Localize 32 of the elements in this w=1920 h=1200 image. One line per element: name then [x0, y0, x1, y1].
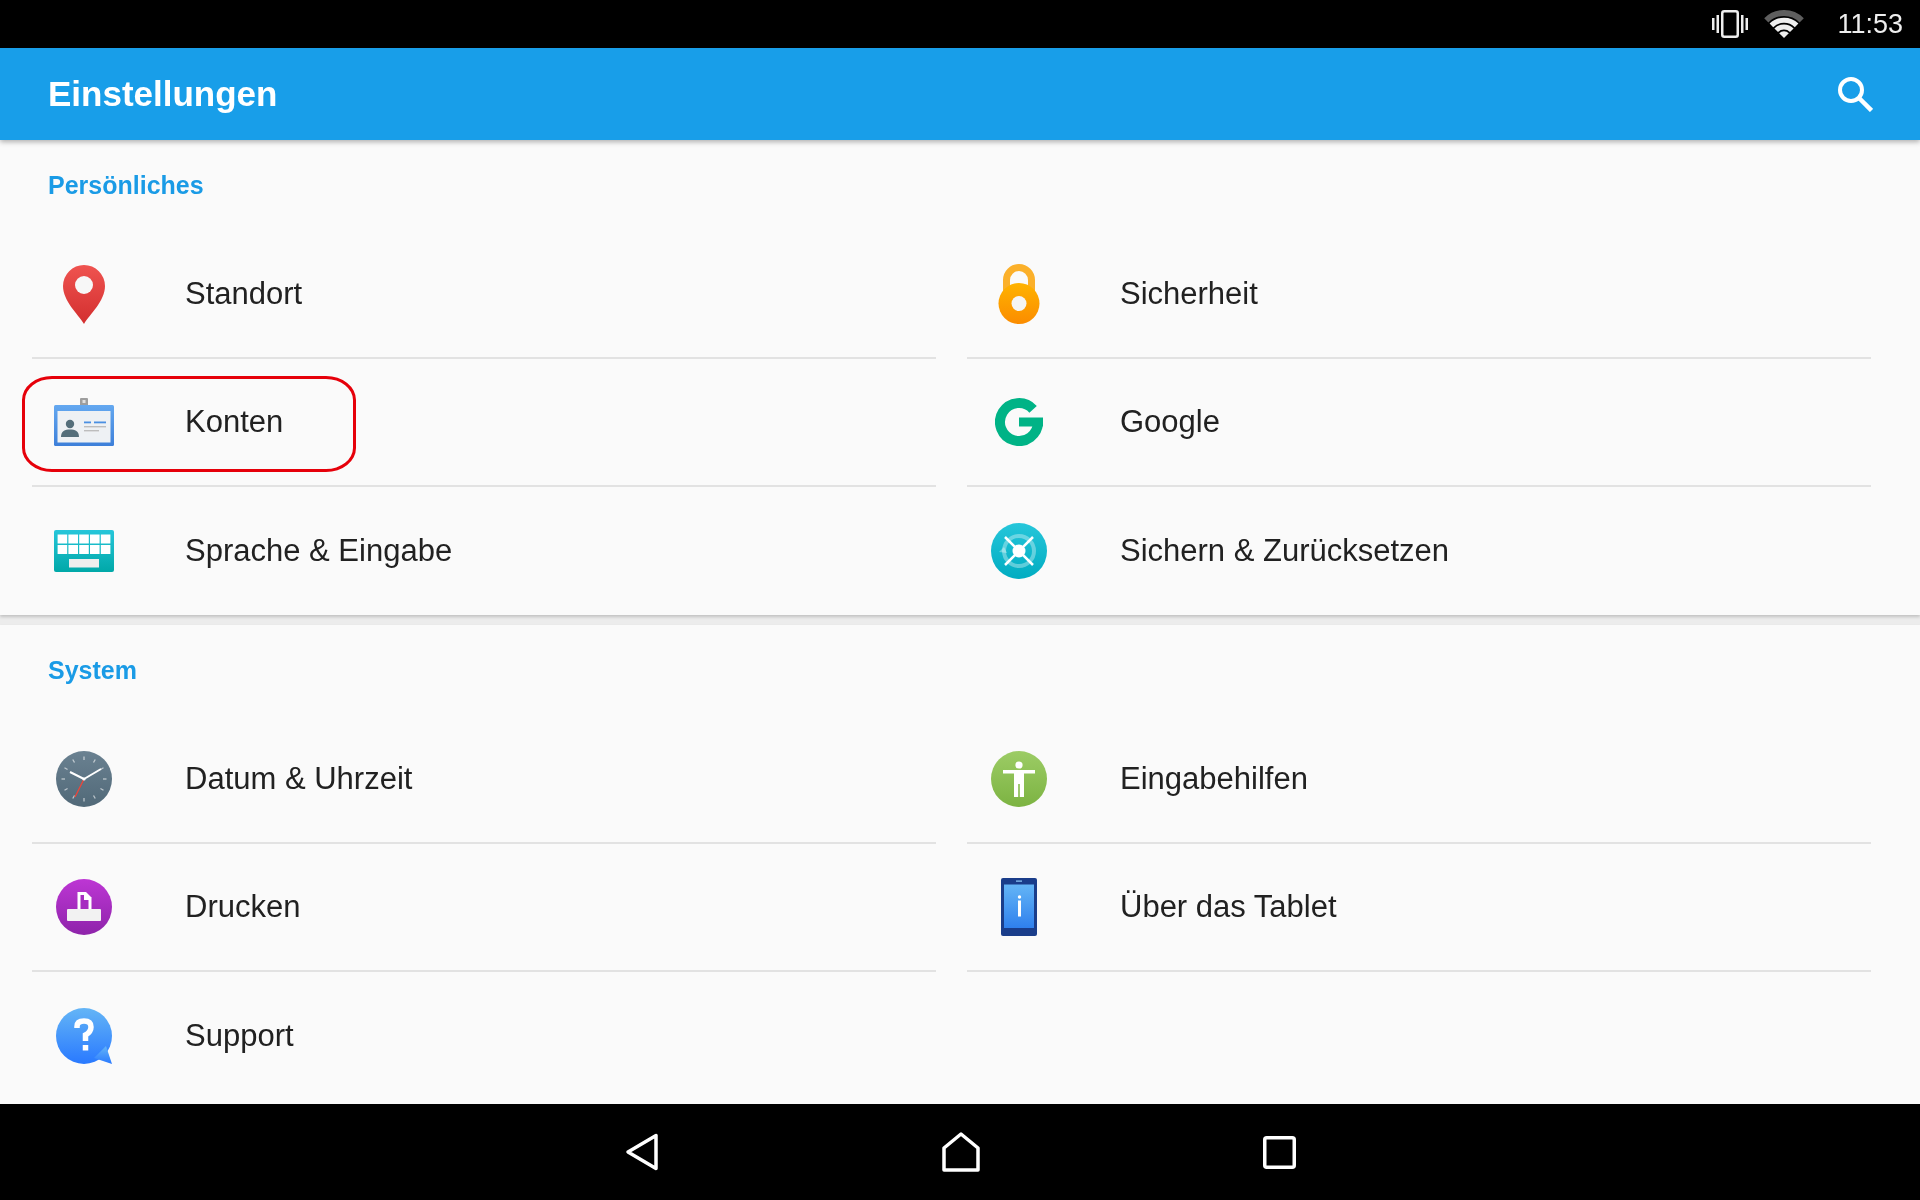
settings-item[interactable]: Über das Tablet — [967, 844, 1871, 972]
keyboard-icon — [54, 530, 114, 572]
settings-item[interactable]: Support — [32, 972, 936, 1100]
section-header: Persönliches — [48, 171, 204, 200]
settings-item[interactable]: Eingabehilfen — [967, 716, 1871, 844]
settings-item[interactable]: Drucken — [32, 844, 936, 972]
home-icon[interactable] — [941, 1132, 980, 1172]
id-card-icon — [54, 398, 114, 446]
settings-item[interactable]: Sicherheit — [967, 231, 1871, 359]
settings-item[interactable]: Standort — [32, 231, 936, 359]
location-pin-icon — [63, 264, 105, 324]
section-header: System — [48, 656, 137, 685]
app-title: Einstellungen — [48, 74, 278, 114]
padlock-icon — [998, 264, 1040, 324]
settings-item[interactable]: Datum & Uhrzeit — [32, 716, 936, 844]
square-icon[interactable] — [1262, 1135, 1296, 1169]
letter-g-icon — [995, 398, 1043, 446]
phone-vibration-icon — [1712, 10, 1749, 38]
settings-item[interactable]: Konten — [32, 359, 936, 487]
settings-item[interactable]: Sprache & Eingabe — [32, 487, 936, 615]
status-time: 11:53 — [1837, 8, 1903, 40]
back-triangle-icon[interactable] — [624, 1133, 659, 1171]
settings-item[interactable]: Google — [967, 359, 1871, 487]
search-icon[interactable] — [1837, 76, 1873, 112]
wifi-icon — [1764, 10, 1805, 38]
printer-icon — [56, 879, 112, 935]
crossed-circle-icon — [991, 523, 1047, 579]
settings-item[interactable]: Sichern & Zurücksetzen — [967, 487, 1871, 615]
person-figure-icon — [991, 751, 1047, 807]
clock-icon — [56, 751, 112, 807]
question-bubble-icon — [56, 1008, 112, 1064]
tablet-info-icon — [1001, 878, 1037, 936]
